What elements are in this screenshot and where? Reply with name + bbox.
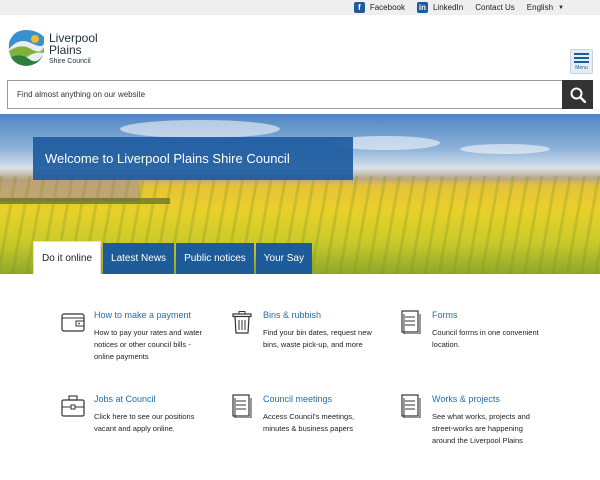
hero-cloud: [460, 144, 550, 154]
logo-line-2: Plains: [49, 42, 82, 57]
contact-label: Contact Us: [475, 3, 515, 12]
quick-links-grid: How to make a payment How to pay your ra…: [0, 274, 600, 480]
document-icon: [232, 394, 252, 418]
hamburger-bar: [574, 57, 589, 59]
card-title[interactable]: Jobs at Council: [94, 394, 156, 404]
bin-icon: [232, 311, 252, 334]
site-search: [7, 80, 593, 109]
facebook-label: Facebook: [369, 3, 405, 12]
linkedin-link[interactable]: in LinkedIn: [416, 2, 464, 13]
tab-latest-news[interactable]: Latest News: [103, 243, 175, 274]
card-title[interactable]: Forms: [432, 310, 458, 320]
hero-cloud: [120, 120, 280, 138]
tab-your-say[interactable]: Your Say: [255, 243, 312, 274]
menu-button[interactable]: Menu: [570, 49, 593, 74]
card-title[interactable]: How to make a payment: [94, 310, 191, 320]
card-title[interactable]: Bins & rubbish: [263, 310, 321, 320]
briefcase-icon: [61, 395, 85, 417]
card-description: Council forms in one convenient location…: [432, 328, 539, 349]
linkedin-label: LinkedIn: [432, 3, 464, 12]
logo-line-3: Shire Council: [49, 57, 91, 65]
menu-label: Menu: [575, 65, 588, 71]
card-title[interactable]: Works & projects: [432, 394, 500, 404]
wallet-icon: [61, 313, 85, 332]
content-tabs: Do it online Latest News Public notices …: [33, 241, 314, 274]
contact-link[interactable]: Contact Us: [475, 3, 515, 12]
search-input[interactable]: [7, 80, 562, 109]
document-icon: [401, 310, 421, 334]
site-header: Liverpool Plains Shire Council Menu: [0, 15, 600, 80]
facebook-link[interactable]: f Facebook: [353, 2, 405, 13]
card-description: Click here to see our positions vacant a…: [94, 412, 195, 433]
hamburger-bar: [574, 61, 589, 63]
card-description: How to pay your rates and water notices …: [94, 328, 202, 361]
tab-do-it-online[interactable]: Do it online: [33, 241, 102, 274]
language-selector[interactable]: English ▼: [527, 3, 564, 12]
logo-line-1: Liverpool: [49, 30, 98, 45]
card-description: Find your bin dates, request new bins, w…: [263, 328, 372, 349]
document-icon: [401, 394, 421, 418]
tab-public-notices[interactable]: Public notices: [176, 243, 254, 274]
card-description: Access Council's meetings, minutes & bus…: [263, 412, 355, 433]
card-title[interactable]: Council meetings: [263, 394, 332, 404]
language-label: English: [526, 3, 554, 12]
hamburger-icon: [574, 53, 589, 55]
site-logo[interactable]: Liverpool Plains Shire Council: [7, 29, 98, 67]
linkedin-icon: in: [416, 2, 428, 13]
search-icon: [570, 87, 586, 103]
search-button[interactable]: [562, 80, 593, 109]
card-description: See what works, projects and street-work…: [432, 412, 530, 445]
welcome-banner: Welcome to Liverpool Plains Shire Counci…: [33, 137, 353, 180]
logo-emblem-icon: [8, 30, 44, 66]
facebook-icon: f: [353, 2, 365, 13]
utility-bar: f Facebook in LinkedIn Contact Us Englis…: [0, 0, 600, 15]
chevron-down-icon: ▼: [558, 4, 564, 11]
